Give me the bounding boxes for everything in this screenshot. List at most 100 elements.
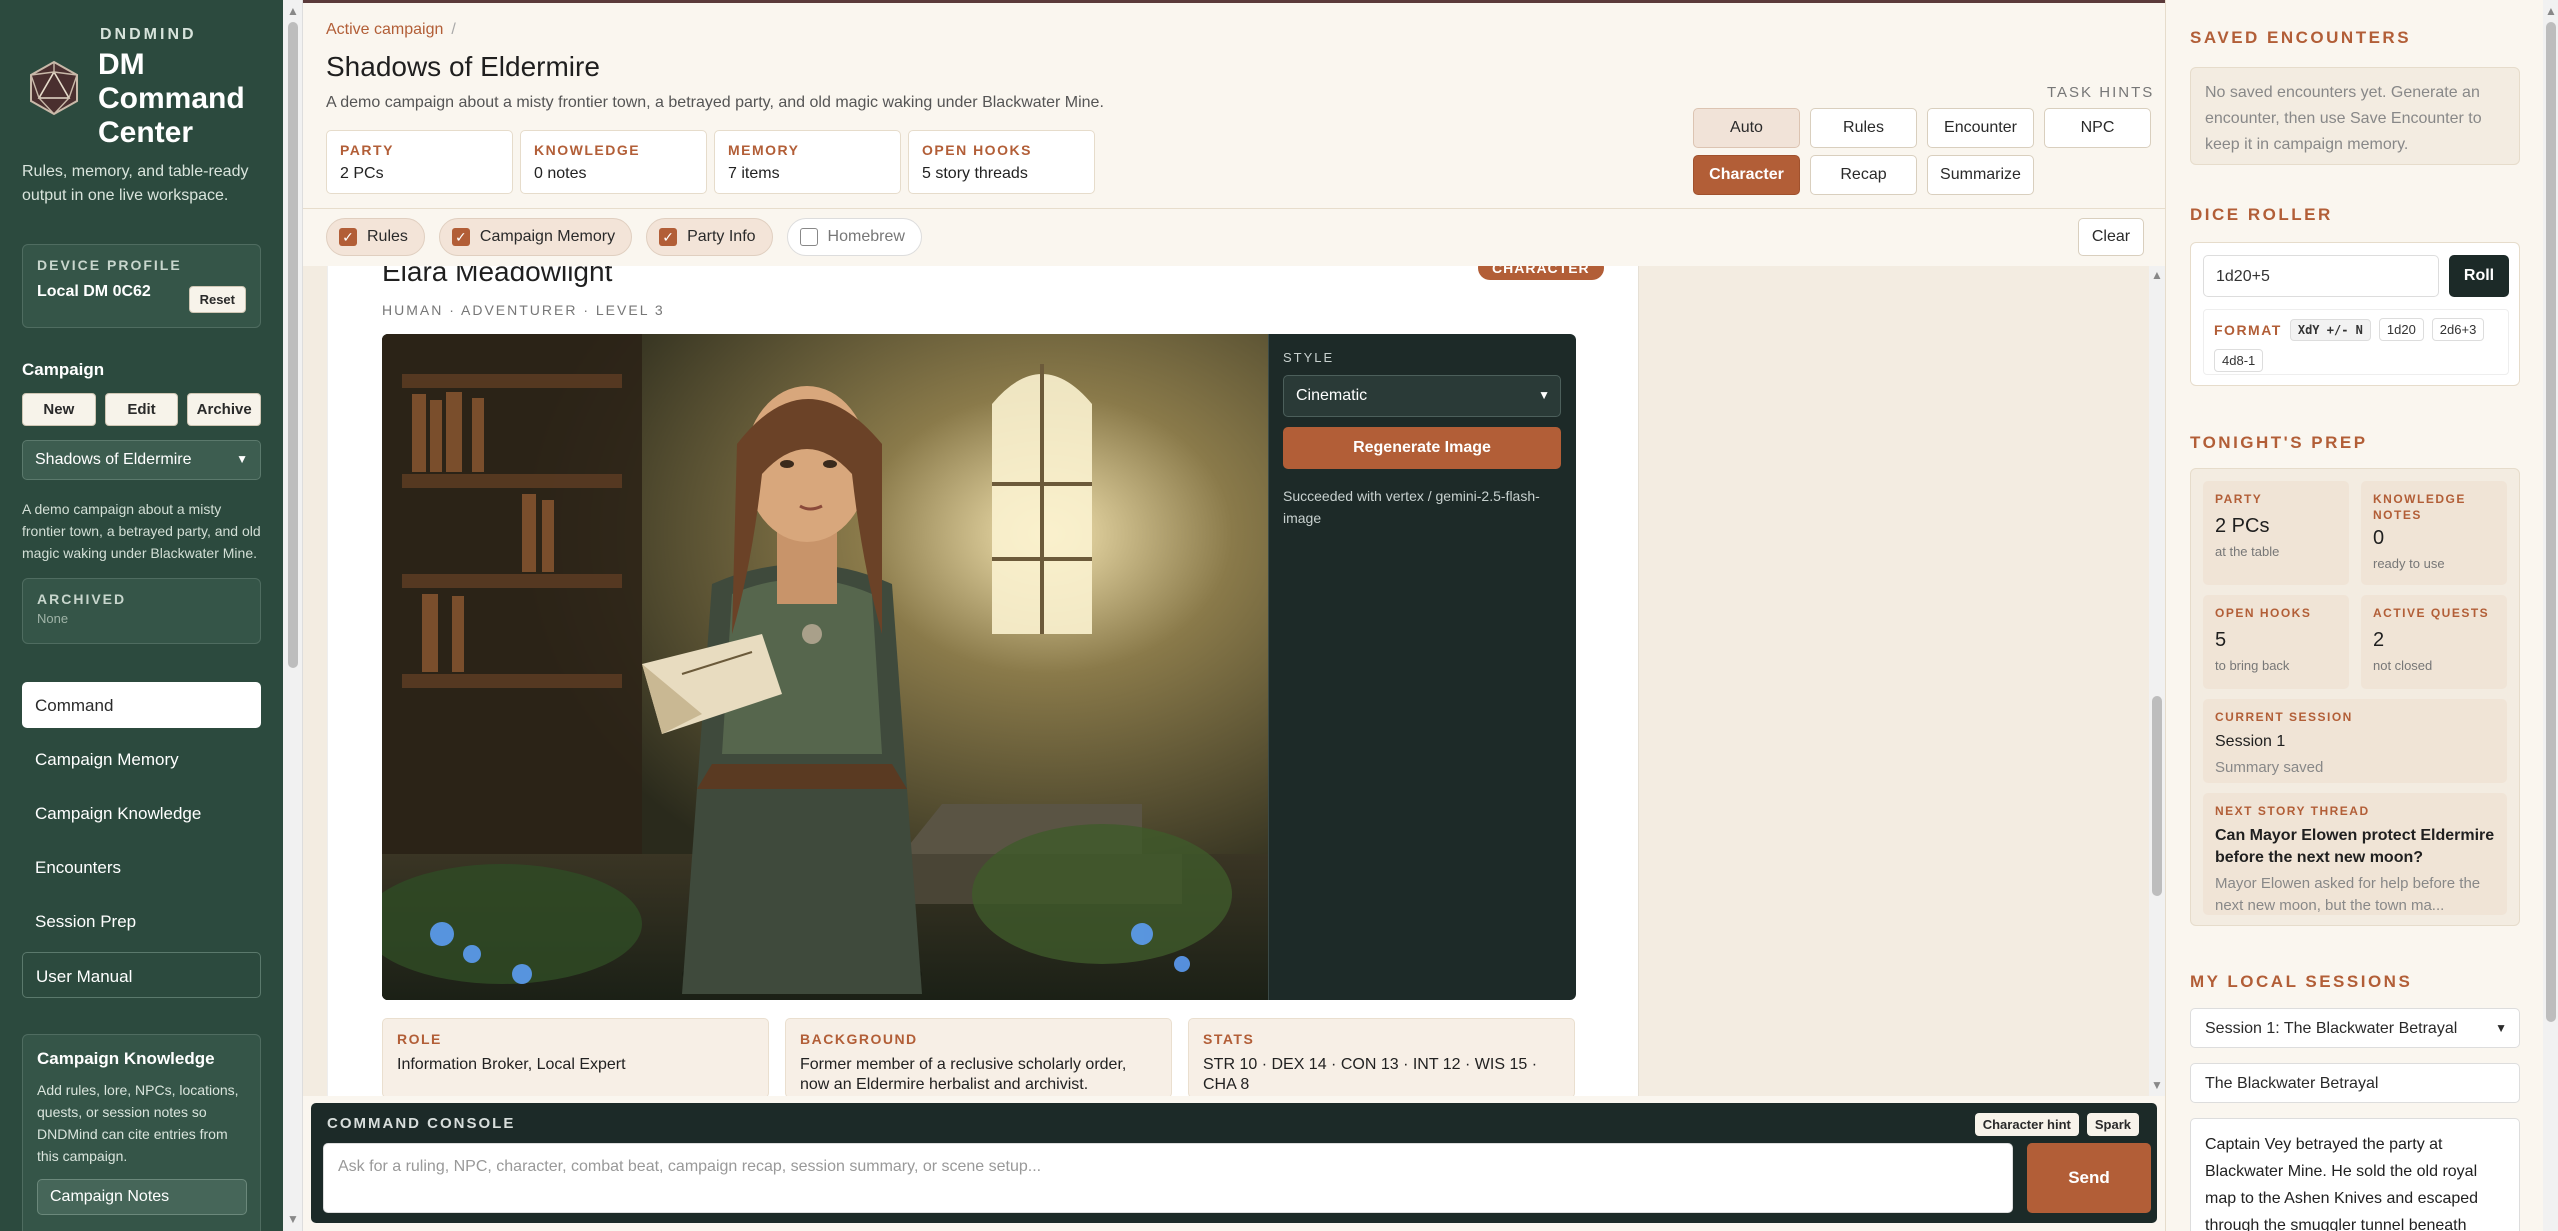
- campaign-select[interactable]: Shadows of Eldermire ▼: [22, 440, 261, 480]
- info-label: STATS: [1203, 1031, 1255, 1047]
- roll-button[interactable]: Roll: [2449, 255, 2509, 297]
- scroll-up-icon[interactable]: ▲: [287, 4, 299, 18]
- campaign-notes-button[interactable]: Campaign Notes: [37, 1179, 247, 1215]
- reset-button[interactable]: Reset: [188, 286, 246, 313]
- sidebar-scroll-thumb[interactable]: [288, 22, 298, 668]
- dice-format-help: FORMAT XdY +/- N 1d20 2d6+3 4d8-1: [2203, 309, 2509, 375]
- sidebar-scrollbar[interactable]: ▲ ▼: [283, 0, 303, 1231]
- command-console: COMMAND CONSOLE Character hint Spark Ask…: [311, 1103, 2157, 1223]
- edit-campaign-button[interactable]: Edit: [104, 393, 179, 426]
- info-role: ROLE Information Broker, Local Expert: [382, 1018, 769, 1096]
- format-pill[interactable]: 4d8-1: [2214, 349, 2264, 372]
- command-input[interactable]: Ask for a ruling, NPC, character, combat…: [323, 1143, 2013, 1213]
- kb-title: Campaign Knowledge: [37, 1049, 215, 1068]
- info-background: BACKGROUND Former member of a reclusive s…: [785, 1018, 1172, 1096]
- dice-roller-title: DICE ROLLER: [2190, 205, 2333, 224]
- stat-label: MEMORY: [728, 142, 800, 158]
- device-profile-label: DEVICE PROFILE: [37, 257, 182, 273]
- character-badge: CHARACTER: [1478, 266, 1604, 280]
- chevron-down-icon: ▼: [1538, 388, 1550, 402]
- current-session-sub: Summary saved: [2215, 759, 2324, 776]
- info-value: Information Broker, Local Expert: [397, 1056, 626, 1073]
- hint-npc-button[interactable]: NPC: [2044, 108, 2151, 148]
- sidebar-item-command[interactable]: Command: [22, 682, 261, 728]
- character-hint-tag[interactable]: Character hint: [1974, 1113, 2079, 1136]
- dice-input[interactable]: 1d20+5: [2203, 255, 2439, 297]
- character-portrait-image: [382, 334, 1268, 1000]
- checkbox-checked-icon[interactable]: ✓: [659, 228, 678, 246]
- hint-rules-button[interactable]: Rules: [1810, 108, 1917, 148]
- sidebar-item-encounters[interactable]: Encounters: [22, 844, 261, 890]
- scroll-up-icon[interactable]: ▲: [2151, 268, 2163, 282]
- prep-next-thread: NEXT STORY THREAD Can Mayor Elowen prote…: [2203, 793, 2507, 915]
- chevron-down-icon: ▼: [2495, 1021, 2507, 1035]
- console-title: COMMAND CONSOLE: [327, 1115, 516, 1132]
- stat-party: PARTY 2 PCs: [326, 130, 513, 194]
- stat-row: PARTY 2 PCs KNOWLEDGE 0 notes MEMORY 7 item…: [326, 130, 1095, 194]
- session-notes-textarea[interactable]: Captain Vey betrayed the party at Blackw…: [2190, 1118, 2520, 1231]
- new-campaign-button[interactable]: New: [22, 393, 96, 426]
- character-card: Elara Meadowlight HUMAN · ADVENTURER · L…: [327, 266, 1639, 1096]
- hint-encounter-button[interactable]: Encounter: [1927, 108, 2034, 148]
- prep-label: PARTY: [2215, 492, 2263, 506]
- sidebar-item-campaign-knowledge[interactable]: Campaign Knowledge: [22, 790, 261, 836]
- local-sessions-title: MY LOCAL SESSIONS: [2190, 972, 2413, 991]
- checkbox-checked-icon[interactable]: ✓: [339, 228, 357, 246]
- response-scrollbar[interactable]: ▲ ▼: [2149, 266, 2165, 1096]
- sidebar-item-user-manual[interactable]: User Manual: [22, 952, 261, 998]
- sessions-select-value: Session 1: The Blackwater Betrayal: [2205, 1020, 2458, 1037]
- scroll-down-icon[interactable]: ▼: [287, 1212, 299, 1226]
- checkbox-checked-icon[interactable]: ✓: [451, 228, 470, 246]
- task-hints-label: TASK HINTS: [2047, 84, 2155, 101]
- image-style-panel: STYLE Cinematic ▼ Regenerate Image Succe…: [1268, 334, 1576, 1000]
- hint-character-button[interactable]: Character: [1693, 155, 1800, 195]
- filter-rules[interactable]: ✓ Rules: [326, 218, 425, 256]
- filter-party-info[interactable]: ✓ Party Info: [646, 218, 773, 256]
- brand-tagline: Rules, memory, and table-ready output in…: [22, 163, 249, 204]
- page-title: Shadows of Eldermire: [326, 51, 600, 82]
- style-select[interactable]: Cinematic ▼: [1283, 375, 1561, 417]
- scroll-down-icon[interactable]: ▼: [2151, 1078, 2163, 1092]
- format-pill[interactable]: 1d20: [2378, 318, 2424, 341]
- prep-sub: to bring back: [2215, 658, 2290, 673]
- hint-summarize-button[interactable]: Summarize: [1927, 155, 2034, 195]
- sidebar-item-campaign-memory[interactable]: Campaign Memory: [22, 736, 261, 782]
- send-button[interactable]: Send: [2027, 1143, 2151, 1213]
- right-panel-scrollbar[interactable]: ▲: [2543, 0, 2558, 1231]
- style-select-value: Cinematic: [1296, 387, 1368, 404]
- archive-campaign-button[interactable]: Archive: [187, 393, 262, 426]
- session-name-input[interactable]: The Blackwater Betrayal: [2190, 1063, 2520, 1103]
- right-scroll-thumb[interactable]: [2546, 22, 2556, 1022]
- spark-tag[interactable]: Spark: [2086, 1113, 2139, 1136]
- filter-label: Homebrew: [827, 228, 905, 245]
- checkbox-unchecked-icon[interactable]: [799, 228, 818, 246]
- page-subtitle: A demo campaign about a misty frontier t…: [326, 94, 1104, 111]
- hint-auto-button[interactable]: Auto: [1693, 108, 1800, 148]
- breadcrumb-separator: /: [451, 21, 456, 38]
- current-session-value: Session 1: [2215, 733, 2286, 750]
- filter-homebrew[interactable]: Homebrew: [786, 218, 922, 256]
- prep-label: CURRENT SESSION: [2215, 710, 2353, 724]
- response-scroll-thumb[interactable]: [2152, 696, 2162, 896]
- breadcrumb-link[interactable]: Active campaign: [326, 21, 443, 38]
- brand-title: DM Command Center: [98, 48, 245, 149]
- filter-campaign-memory[interactable]: ✓ Campaign Memory: [438, 218, 633, 256]
- stat-open-hooks: OPEN HOOKS 5 story threads: [908, 130, 1095, 194]
- sessions-select[interactable]: Session 1: The Blackwater Betrayal ▼: [2190, 1008, 2520, 1048]
- regenerate-image-button[interactable]: Regenerate Image: [1283, 427, 1561, 469]
- scroll-up-icon[interactable]: ▲: [2545, 4, 2557, 18]
- info-label: BACKGROUND: [800, 1031, 918, 1047]
- format-pill[interactable]: 2d6+3: [2431, 318, 2485, 341]
- sidebar-item-session-prep[interactable]: Session Prep: [22, 898, 261, 944]
- clear-button[interactable]: Clear: [2078, 218, 2144, 256]
- stat-value: 5 story threads: [922, 165, 1028, 182]
- info-value: STR 10 · DEX 14 · CON 13 · INT 12 · WIS …: [1203, 1056, 1538, 1093]
- next-thread-sub: Mayor Elowen asked for help before the n…: [2215, 875, 2481, 914]
- prep-sub: at the table: [2215, 544, 2280, 559]
- hint-recap-button[interactable]: Recap: [1810, 155, 1917, 195]
- prep-active-quests: ACTIVE QUESTS 2 not closed: [2361, 595, 2507, 689]
- character-info-row: ROLE Information Broker, Local Expert BAC…: [382, 1018, 1575, 1096]
- format-pill: XdY +/- N: [2289, 318, 2371, 341]
- stat-memory: MEMORY 7 items: [714, 130, 901, 194]
- tonights-prep: PARTY 2 PCs at the table KNOWLEDGE NOTES 0 r…: [2190, 468, 2520, 926]
